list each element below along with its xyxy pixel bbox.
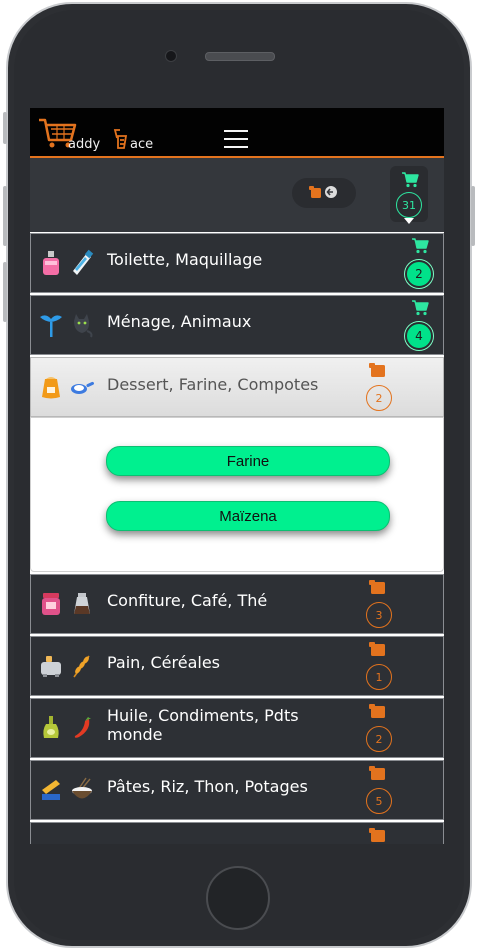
home-button[interactable]: [206, 866, 270, 930]
power-button: [471, 186, 475, 246]
category-row-pates[interactable]: Pâtes, Riz, Thon, Potages 5: [30, 760, 444, 820]
caret-down-icon: [404, 218, 414, 224]
category-label: Dessert, Farine, Compotes: [107, 375, 319, 394]
category-count-badge: 2: [366, 726, 392, 752]
category-row-confiture[interactable]: Confiture, Café, Thé 3: [30, 574, 444, 634]
cart-icon: [412, 238, 429, 254]
box-icon: [69, 838, 95, 844]
list-icon: [369, 828, 385, 842]
earpiece-speaker: [205, 52, 275, 61]
category-label: Huile, Condiments, Pdts monde: [107, 706, 299, 744]
toothpaste-icon: [73, 249, 94, 275]
category-count-badge: 3: [366, 602, 392, 628]
jam-jar-icon: [42, 593, 60, 615]
app-screen: addy ace 31 Toilette, Maquillage 2 Ménag…: [30, 108, 444, 844]
category-count-badge: 2: [405, 260, 433, 288]
category-row-toilette[interactable]: Toilette, Maquillage 2: [30, 233, 444, 293]
flour-sack-icon: [42, 377, 60, 399]
navbar: addy ace: [30, 108, 444, 158]
menu-hamburger-icon[interactable]: [224, 130, 248, 148]
item-button-farine[interactable]: Farine: [106, 446, 390, 476]
category-label: Pâtes, Riz, Thon, Potages: [107, 777, 308, 796]
cart-icon: [412, 300, 429, 316]
category-row-partial[interactable]: [30, 822, 444, 844]
back-to-list-button[interactable]: [292, 178, 356, 208]
category-label: Confiture, Café, Thé: [107, 591, 268, 610]
oil-bottle-icon: [43, 716, 59, 738]
volume-up-button: [3, 186, 7, 246]
app-logo[interactable]: addy ace: [38, 116, 168, 154]
list-icon: [369, 704, 385, 718]
category-count-badge: 1: [366, 664, 392, 690]
category-row-huile[interactable]: Huile, Condiments, Pdts monde 2: [30, 698, 444, 758]
toolbar: 31: [30, 158, 444, 232]
cat-icon: [74, 314, 93, 338]
list-icon: [369, 766, 385, 780]
category-row-menage[interactable]: Ménage, Animaux 4: [30, 295, 444, 355]
category-items-panel: Farine Maïzena: [30, 417, 444, 572]
item-button-maizena[interactable]: Maïzena: [106, 501, 390, 531]
category-count-badge: 5: [366, 788, 392, 814]
logo-text-ace: ace: [130, 137, 154, 152]
chili-icon: [74, 717, 91, 738]
wheat-icon: [73, 655, 90, 678]
rice-bowl-icon: [72, 777, 92, 799]
total-cart-button[interactable]: 31: [390, 166, 428, 224]
duster-icon: [40, 315, 62, 337]
toaster-icon: [41, 656, 61, 677]
list-icon: [369, 580, 385, 594]
category-row-pain[interactable]: Pain, Céréales 1: [30, 636, 444, 696]
category-label: Pain, Céréales: [107, 653, 221, 672]
coffee-pot-icon: [74, 593, 90, 614]
category-label: Ménage, Animaux: [107, 312, 252, 331]
perfume-icon: [43, 251, 59, 275]
pan-icon: [71, 381, 94, 394]
cart-icon: [402, 172, 419, 188]
category-row-dessert[interactable]: Dessert, Farine, Compotes 2: [30, 357, 444, 417]
total-cart-count-badge: 31: [396, 192, 422, 218]
list-icon: [369, 642, 385, 656]
front-camera: [165, 50, 177, 62]
bottle-icon: [38, 838, 64, 844]
category-label: Toilette, Maquillage: [107, 250, 263, 269]
list-icon: [369, 363, 385, 377]
pasta-icon: [42, 780, 60, 800]
category-count-badge: 2: [366, 385, 392, 411]
category-count-badge: 4: [405, 322, 433, 350]
mute-switch: [3, 112, 7, 144]
volume-down-button: [3, 262, 7, 322]
list-back-icon: [309, 186, 337, 198]
logo-text-addy: addy: [68, 137, 101, 152]
